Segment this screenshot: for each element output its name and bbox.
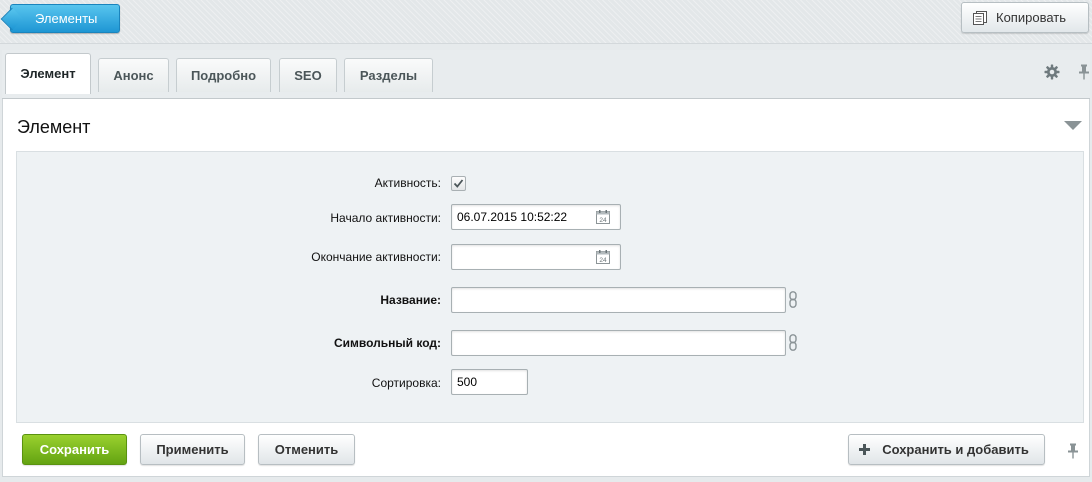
apply-label: Применить bbox=[156, 442, 229, 457]
pin-icon[interactable] bbox=[1078, 64, 1090, 80]
cancel-button[interactable]: Отменить bbox=[258, 434, 355, 465]
sort-input[interactable]: 500 bbox=[451, 369, 528, 395]
code-input[interactable] bbox=[451, 330, 786, 356]
tab-announce-label: Анонс bbox=[113, 68, 154, 83]
apply-button[interactable]: Применить bbox=[140, 434, 245, 465]
name-input[interactable] bbox=[451, 287, 786, 313]
triangle-down-icon[interactable] bbox=[1064, 121, 1082, 130]
save-and-add-button[interactable]: Сохранить и добавить bbox=[848, 434, 1045, 465]
copy-label: Копировать bbox=[996, 10, 1066, 25]
tab-element[interactable]: Элемент bbox=[5, 53, 91, 94]
calendar-icon-date: 24 bbox=[599, 217, 607, 224]
save-and-add-label: Сохранить и добавить bbox=[882, 442, 1029, 457]
tab-seo-label: SEO bbox=[294, 68, 322, 83]
active-label: Активность: bbox=[374, 176, 441, 190]
active-checkbox[interactable] bbox=[451, 176, 466, 191]
sort-label: Сортировка: bbox=[371, 376, 441, 390]
sort-value: 500 bbox=[457, 375, 478, 389]
tab-sections[interactable]: Разделы bbox=[344, 58, 433, 92]
save-label: Сохранить bbox=[39, 442, 110, 457]
tab-announce[interactable]: Анонс bbox=[98, 58, 169, 92]
cancel-label: Отменить bbox=[274, 442, 339, 457]
tab-details[interactable]: Подробно bbox=[176, 58, 271, 92]
tab-sections-label: Разделы bbox=[359, 68, 418, 83]
calendar-icon[interactable]: 24 bbox=[596, 250, 610, 264]
end-date-label: Окончание активности: bbox=[311, 250, 441, 264]
top-toolbar: Элементы Копировать bbox=[0, 0, 1092, 44]
section-title: Элемент bbox=[17, 117, 91, 137]
tab-element-label: Элемент bbox=[20, 66, 76, 81]
link-chain-icon[interactable] bbox=[789, 334, 797, 351]
elements-back-label: Элементы bbox=[35, 11, 98, 26]
code-label: Символьный код: bbox=[333, 336, 441, 350]
copy-icon bbox=[973, 11, 987, 25]
tab-seo[interactable]: SEO bbox=[279, 58, 337, 92]
checkmark-icon bbox=[453, 179, 464, 188]
pin-icon[interactable] bbox=[1067, 443, 1079, 459]
calendar-icon[interactable]: 24 bbox=[596, 210, 610, 224]
start-date-value: 06.07.2015 10:52:22 bbox=[457, 210, 568, 224]
link-chain-icon[interactable] bbox=[789, 291, 797, 308]
start-date-label: Начало активности: bbox=[330, 211, 441, 225]
gear-icon[interactable] bbox=[1044, 64, 1060, 80]
tab-details-label: Подробно bbox=[190, 68, 257, 83]
calendar-icon-date: 24 bbox=[599, 257, 607, 264]
name-label: Название: bbox=[380, 293, 441, 307]
plus-icon bbox=[859, 444, 870, 455]
save-button[interactable]: Сохранить bbox=[22, 434, 127, 465]
elements-back-button[interactable]: Элементы bbox=[10, 4, 120, 33]
copy-button[interactable]: Копировать bbox=[961, 2, 1089, 33]
